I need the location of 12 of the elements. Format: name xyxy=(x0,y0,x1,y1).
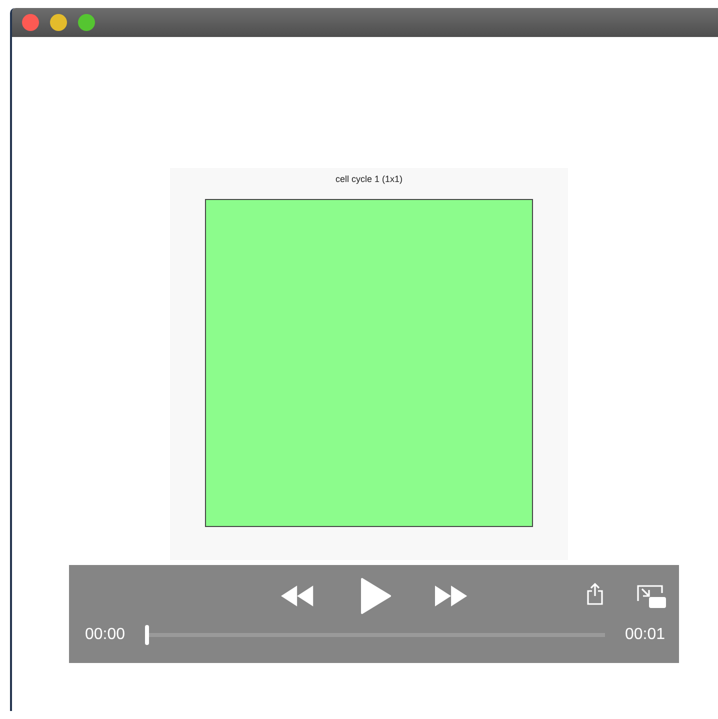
rewind-icon[interactable] xyxy=(281,585,315,607)
current-time: 00:00 xyxy=(85,626,126,644)
fast-forward-icon[interactable] xyxy=(435,585,469,607)
minimize-button[interactable] xyxy=(50,14,67,31)
share-icon[interactable] xyxy=(587,583,603,605)
figure-title: cell cycle 1 (1x1) xyxy=(335,174,403,184)
play-icon[interactable] xyxy=(361,578,391,614)
picture-in-picture-icon[interactable] xyxy=(637,585,667,609)
zoom-button[interactable] xyxy=(78,14,95,31)
close-button[interactable] xyxy=(22,14,39,31)
duration-time: 00:01 xyxy=(624,626,665,644)
progress-thumb[interactable] xyxy=(145,625,150,645)
